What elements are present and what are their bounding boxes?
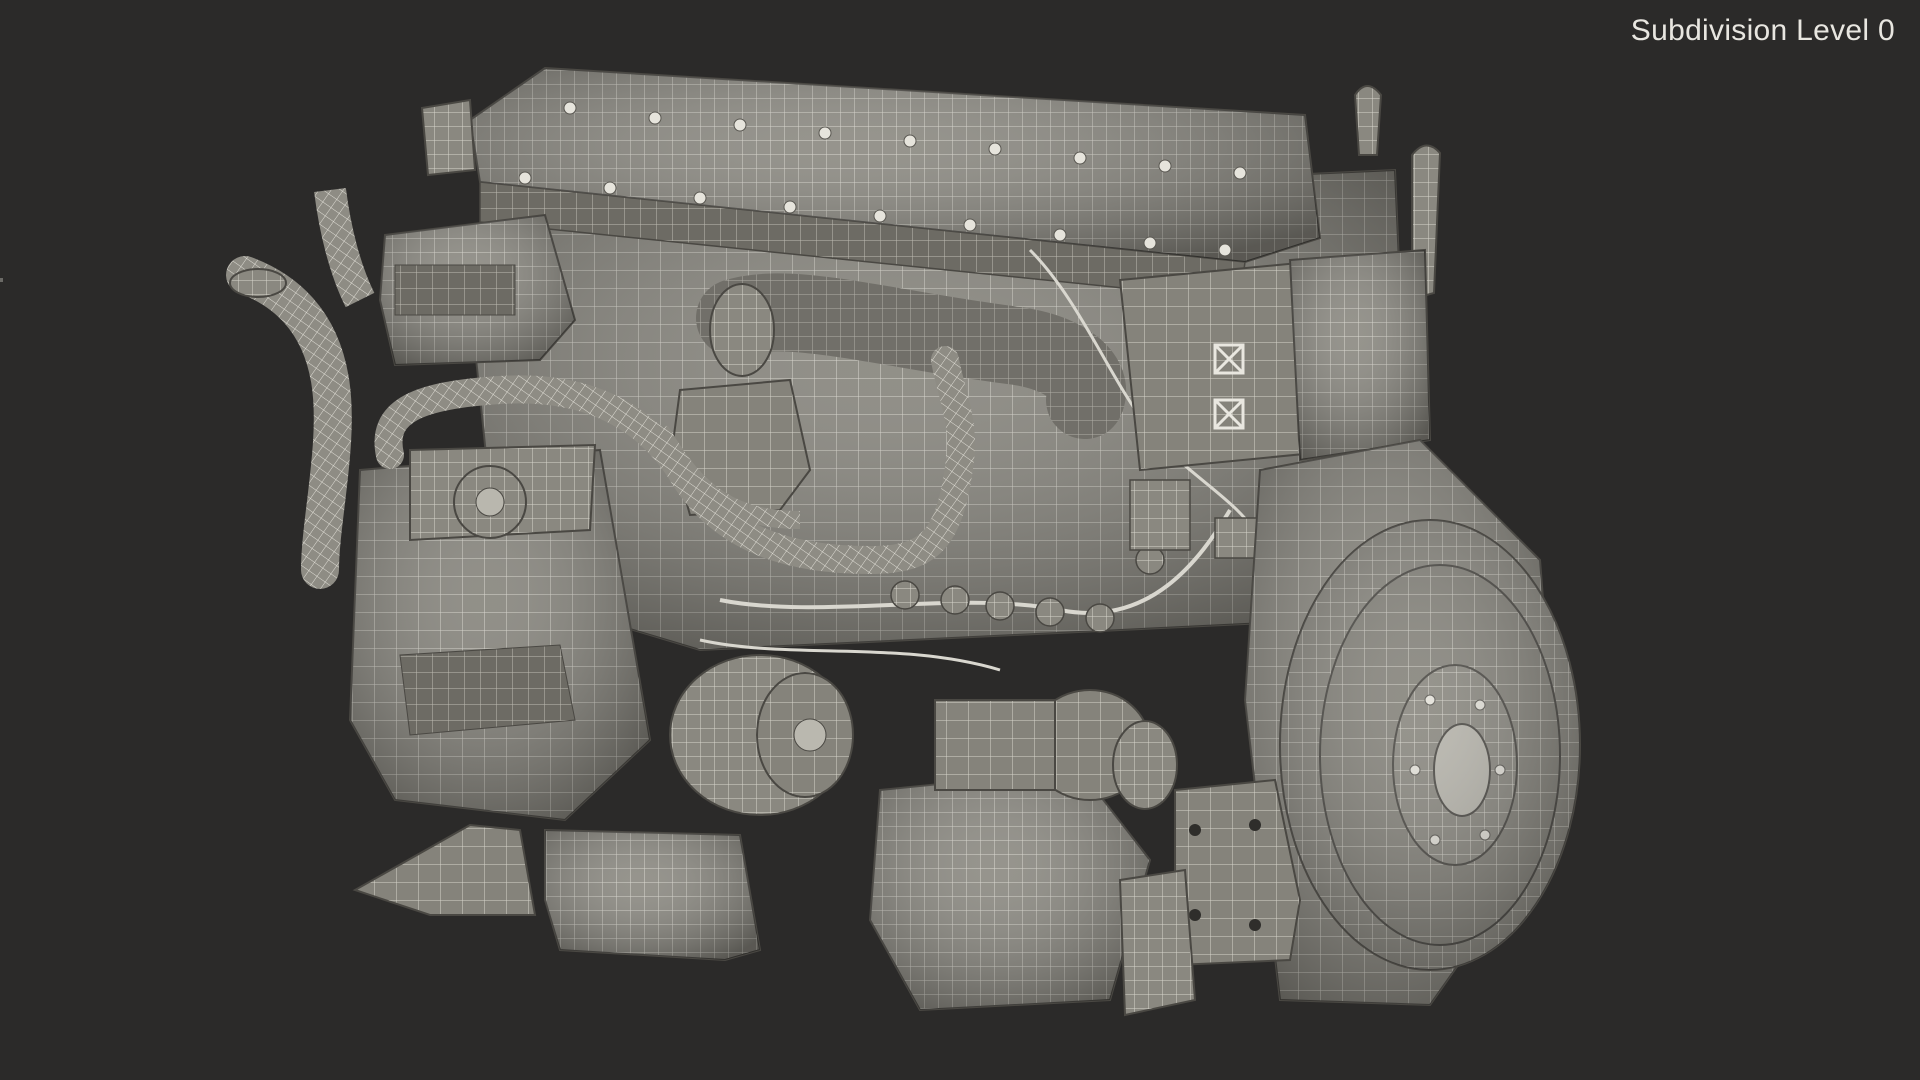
oil-filler-tube xyxy=(226,187,375,589)
flywheel xyxy=(1279,519,1581,971)
alternator xyxy=(669,654,854,816)
subdivision-level-label: Subdivision Level 0 xyxy=(1630,14,1895,47)
oil-pan xyxy=(544,828,762,962)
cover-plate xyxy=(1118,778,1302,1017)
viewport-edge-mark xyxy=(0,278,3,282)
viewport: Subdivision Level 0 xyxy=(0,0,1920,1080)
ecu-module xyxy=(1118,248,1432,472)
air-compressor xyxy=(348,443,652,822)
fuel-filter-housing xyxy=(378,213,577,367)
engine-wireframe-render xyxy=(226,66,1581,1017)
engine-mount-foot xyxy=(352,823,537,916)
